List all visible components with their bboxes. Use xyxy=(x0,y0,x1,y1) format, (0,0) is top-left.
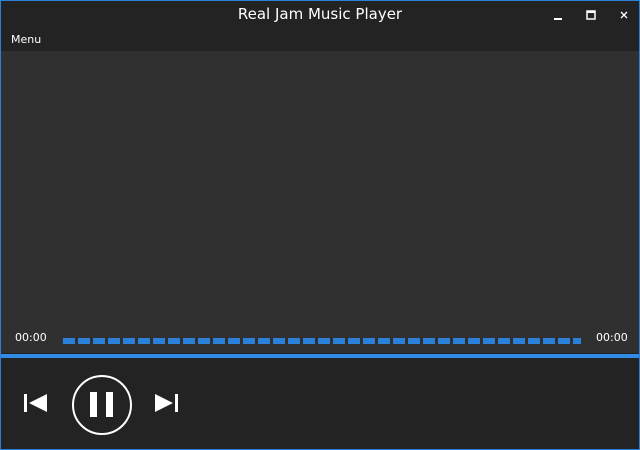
total-time: 00:00 xyxy=(596,331,628,344)
minimize-icon xyxy=(554,18,562,20)
seek-bar[interactable] xyxy=(63,338,581,344)
app-window: Real Jam Music Player Menu 00:00 00:00 xyxy=(0,0,640,450)
title-bar: Real Jam Music Player xyxy=(1,1,639,31)
maximize-icon xyxy=(586,10,596,20)
skip-next-icon xyxy=(155,394,178,412)
pause-icon xyxy=(72,375,132,435)
previous-button[interactable] xyxy=(21,392,51,414)
next-button[interactable] xyxy=(151,392,181,414)
play-pause-button[interactable] xyxy=(71,374,133,436)
visualization-area: 00:00 00:00 xyxy=(1,51,639,353)
menu-bar: Menu xyxy=(1,31,639,51)
close-icon xyxy=(620,11,628,19)
playback-controls xyxy=(1,358,639,449)
close-button[interactable] xyxy=(607,1,639,29)
menu-button[interactable]: Menu xyxy=(11,33,41,46)
minimize-button[interactable] xyxy=(541,1,575,29)
maximize-button[interactable] xyxy=(574,1,608,29)
skip-previous-icon xyxy=(24,394,47,412)
elapsed-time: 00:00 xyxy=(15,331,47,344)
